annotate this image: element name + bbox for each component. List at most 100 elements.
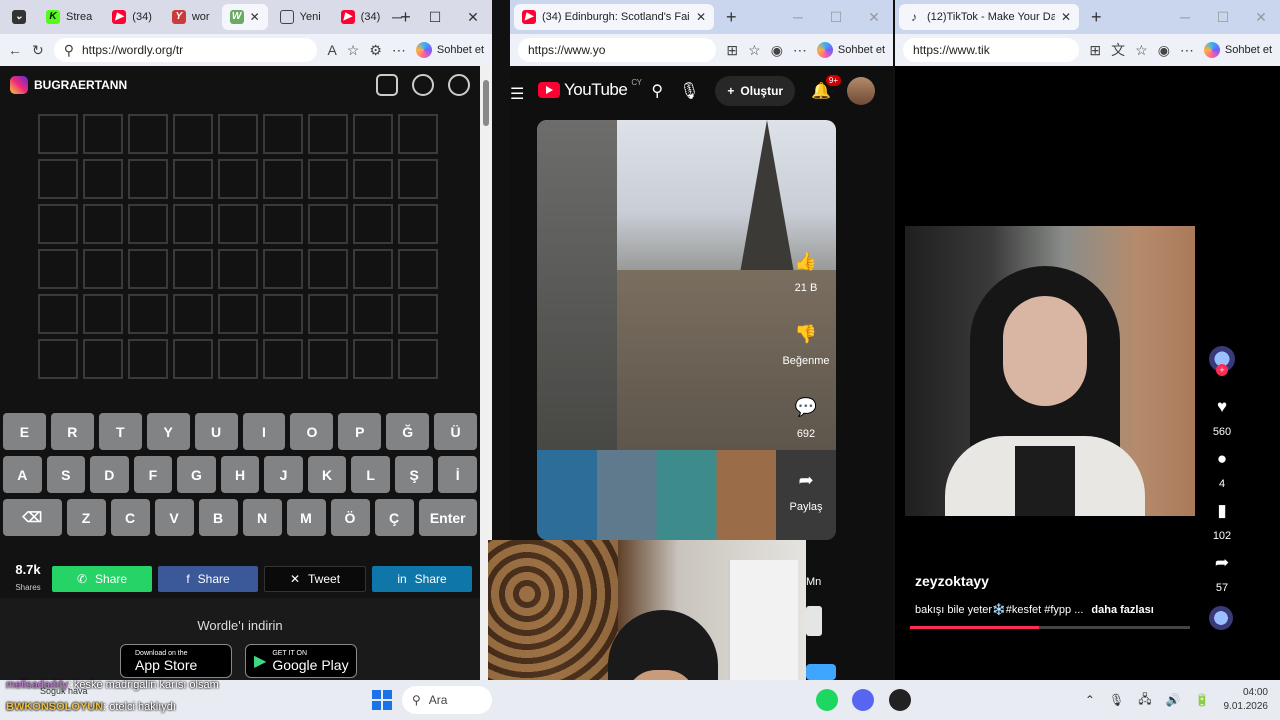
tab-youtube-video[interactable]: ▶ (34) Edinburgh: Scotland's Fairytal ✕ [514, 4, 714, 30]
like-button[interactable]: ♥ 560 [1200, 392, 1244, 444]
close-icon[interactable]: ✕ [250, 10, 260, 24]
help-icon[interactable] [448, 74, 470, 96]
create-button[interactable]: + Oluştur [715, 76, 796, 106]
key-ğ[interactable]: Ğ [386, 413, 430, 450]
taskbar-search[interactable]: ⚲ Ara [402, 686, 492, 714]
back-icon[interactable]: ← [8, 42, 22, 58]
minimize-button[interactable]: ─ [779, 9, 817, 25]
copilot-chat-button[interactable]: Sohbet et [1203, 42, 1272, 58]
key-ö[interactable]: Ö [330, 499, 370, 536]
tab-youtube[interactable]: ▶ (34) [104, 4, 160, 30]
apps-icon[interactable]: ⊞ [1089, 42, 1101, 59]
more-link[interactable]: daha fazlası [1091, 604, 1153, 616]
like-button[interactable]: 👍 21 B [772, 244, 840, 317]
key-h[interactable]: H [220, 456, 260, 493]
creator-username[interactable]: zeyzoktayy [915, 573, 989, 589]
key-u[interactable]: U [194, 413, 238, 450]
music-disc[interactable] [1209, 606, 1233, 630]
key-t[interactable]: T [98, 413, 142, 450]
key-v[interactable]: V [154, 499, 194, 536]
subscribe-button[interactable] [806, 664, 836, 680]
x-tweet-button[interactable]: ✕ Tweet [264, 565, 366, 592]
key-y[interactable]: Y [146, 413, 190, 450]
scroll-thumb[interactable] [483, 80, 489, 126]
video-progress[interactable] [910, 626, 1190, 629]
share-button[interactable]: ➦ Paylaş [772, 463, 840, 536]
maximize-button[interactable]: ☐ [817, 9, 855, 26]
tab-kick[interactable]: ⌄ [4, 4, 34, 30]
key-m[interactable]: M [286, 499, 326, 536]
share-button[interactable]: ➦ 57 [1200, 548, 1244, 600]
more-icon[interactable]: ⋯ [392, 42, 406, 59]
network-icon[interactable]: 🖧 [1138, 690, 1151, 711]
close-icon[interactable]: ✕ [696, 10, 706, 24]
settings-icon[interactable] [412, 74, 434, 96]
facebook-share-button[interactable]: f Share [158, 565, 258, 592]
more-icon[interactable]: ⋯ [793, 42, 807, 59]
url-field[interactable]: https://www.tik [903, 38, 1080, 62]
menu-icon[interactable]: ☰ [510, 84, 526, 104]
clock[interactable]: 04:00 9.01.2026 [1224, 686, 1269, 714]
close-button[interactable]: ✕ [1242, 9, 1280, 26]
battery-icon[interactable]: 🔋 [1195, 693, 1210, 707]
maximize-button[interactable]: ☐ [416, 9, 454, 26]
profile-icon[interactable]: ◉ [771, 42, 783, 59]
discord-icon[interactable] [852, 689, 874, 711]
key-ş[interactable]: Ş [394, 456, 434, 493]
app-store-button[interactable]: Download on the App Store [120, 644, 232, 678]
minimize-button[interactable]: ─ [1166, 9, 1204, 25]
tab-kick-stream[interactable]: K Strea [38, 4, 100, 30]
chevron-up-icon[interactable]: ⌃ [1085, 693, 1095, 707]
refresh-icon[interactable]: ↻ [32, 42, 44, 59]
dislike-button[interactable]: 👎 Beğenme [772, 317, 840, 390]
search-icon[interactable]: ⚲ [651, 81, 663, 101]
maximize-button[interactable]: ☐ [1204, 9, 1242, 26]
google-play-button[interactable]: ▶ GET IT ON Google Play [245, 644, 357, 678]
key-e[interactable]: E [3, 413, 46, 450]
profile-icon[interactable]: ◉ [1158, 42, 1170, 59]
key-s[interactable]: S [46, 456, 86, 493]
volume-icon[interactable]: 🔊 [1166, 693, 1181, 707]
more-icon[interactable]: ⋯ [1180, 42, 1194, 59]
key-r[interactable]: R [50, 413, 94, 450]
spotify-icon[interactable] [816, 689, 838, 711]
key-g[interactable]: G [177, 456, 216, 493]
close-button[interactable]: ✕ [454, 9, 492, 26]
read-aloud-icon[interactable]: A [327, 42, 336, 58]
enter-key[interactable]: Enter [418, 499, 477, 536]
site-info-icon[interactable]: ⚲ [64, 42, 74, 59]
key-z[interactable]: Z [66, 499, 106, 536]
close-button[interactable]: ✕ [855, 9, 893, 26]
tab-wordly[interactable]: W ✕ [221, 4, 268, 30]
whatsapp-share-button[interactable]: ✆ Share [52, 565, 152, 592]
stats-icon[interactable] [376, 74, 398, 96]
copilot-chat-button[interactable]: Sohbet et [816, 42, 885, 58]
key-c[interactable]: C [110, 499, 150, 536]
favorite-icon[interactable]: ☆ [347, 42, 360, 59]
avatar[interactable] [847, 77, 875, 105]
key-n[interactable]: N [242, 499, 282, 536]
new-tab-button[interactable]: + [718, 7, 745, 28]
tab-tiktok[interactable]: ♪ (12)TikTok - Make Your Day ✕ [899, 4, 1079, 30]
mic-icon[interactable]: 🎙 [1109, 693, 1124, 707]
tiktok-video[interactable] [905, 226, 1195, 516]
url-field[interactable]: ⚲ https://wordly.org/tr [53, 38, 318, 62]
chevron-down-icon[interactable]: ⌄ [12, 10, 26, 24]
start-button[interactable] [372, 690, 392, 710]
backspace-key[interactable]: ⌫ [3, 499, 62, 536]
save-button[interactable]: ▮ 102 [1200, 496, 1244, 548]
key-i̇[interactable]: İ [438, 456, 478, 493]
key-o[interactable]: O [290, 413, 334, 450]
url-field[interactable]: https://www.yo [518, 38, 717, 62]
favorite-icon[interactable]: ☆ [748, 42, 761, 59]
key-j[interactable]: J [264, 456, 303, 493]
key-f[interactable]: F [133, 456, 173, 493]
comments-button[interactable]: ● 4 [1200, 444, 1244, 496]
favorite-icon[interactable]: ☆ [1135, 42, 1148, 59]
copilot-chat-button[interactable]: Sohbet et [415, 42, 484, 58]
key-ü[interactable]: Ü [434, 413, 478, 450]
new-tab-button[interactable]: + [1083, 7, 1110, 28]
key-l[interactable]: L [351, 456, 390, 493]
mic-icon[interactable]: 🎙 [679, 81, 699, 101]
youtube-logo[interactable]: YouTube CY [538, 78, 642, 100]
